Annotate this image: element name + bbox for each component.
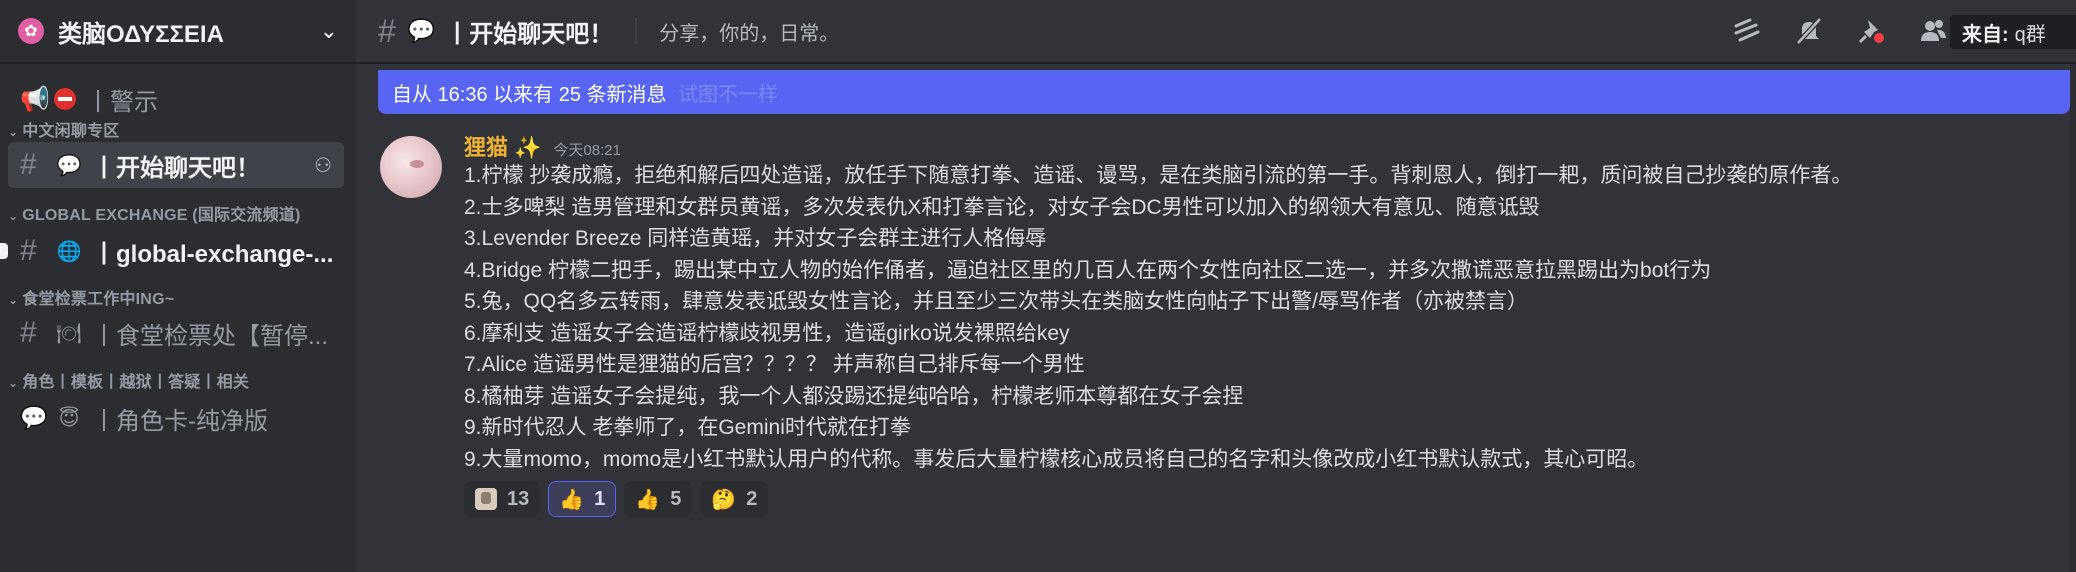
channel-start-chatting[interactable]: # 💬 丨开始聊天吧！ ⚇	[8, 142, 344, 188]
threads-icon[interactable]	[1730, 14, 1764, 48]
mute-bell-icon[interactable]	[1792, 14, 1826, 48]
sticker-emoji-icon	[475, 488, 497, 510]
category-label: 食堂检票工作中ING~	[22, 291, 175, 308]
message-line: 7.Alice 造谣男性是狸猫的后宫？？？？ 并声称自己排斥每一个男性	[464, 353, 1085, 376]
angel-face-icon: 😇	[58, 407, 80, 430]
pin-icon[interactable]	[1854, 14, 1888, 48]
thumbs-up-icon: 👍	[635, 488, 661, 511]
reaction-thumbs-up[interactable]: 👍 5	[624, 481, 693, 517]
chevron-down-icon: ⌄	[8, 125, 19, 139]
thumbs-up-icon: 👍	[559, 488, 585, 511]
header-toolbar	[1730, 14, 1950, 48]
channel-warning[interactable]: 📢 丨警示	[8, 76, 344, 122]
category-roles[interactable]: ⌄ 角色丨模板丨越狱丨答疑丨相关	[8, 368, 249, 392]
reaction-thumbs-up-selected[interactable]: 👍 1	[548, 481, 617, 517]
message-line: 4.Bridge 柠檬二把手，踢出某中立人物的始作俑者，逼迫社区里的几百人在两个…	[464, 258, 1712, 282]
plate-icon: 🍽	[56, 322, 82, 345]
category-label: GLOBAL EXCHANGE (国际交流频道)	[22, 207, 301, 224]
message-line: 1.柠檬 抄袭成瘾，拒绝和解后四处造谣，放任手下随意打拳、造谣、谩骂，是在类脑引…	[464, 164, 1853, 187]
speech-bubble-icon: 💬	[56, 154, 82, 177]
channel-label: 丨警示	[86, 88, 158, 116]
category-label: 角色丨模板丨越狱丨答疑丨相关	[22, 374, 250, 391]
channel-label: 丨食堂检票处【暂停...	[92, 322, 329, 350]
discord-app: ✿ 类脑ΟΔΥΣΣΕΙΑ ⌄ 📢 丨警示 ⌄ 中文闲聊专区 # 💬 丨开始聊天吧！…	[0, 0, 2076, 572]
channel-sidebar: ✿ 类脑ΟΔΥΣΣΕΙΑ ⌄ 📢 丨警示 ⌄ 中文闲聊专区 # 💬 丨开始聊天吧！…	[0, 0, 356, 572]
author-name[interactable]: 狸猫	[464, 130, 508, 162]
message-line: 3.Levender Breeze 同样造黄瑶，并对女子会群主进行人格侮辱	[464, 227, 1047, 250]
channel-label: 丨global-exchange-...	[92, 240, 334, 268]
server-name: 类脑ΟΔΥΣΣΕΙΑ	[58, 20, 224, 48]
channel-title: 丨开始聊天吧！	[445, 20, 614, 48]
message-line: 2.士多啤梨 造男管理和女群员黄谣，多次发表仇X和打拳言论，对女子会DC男性可以…	[464, 195, 1540, 219]
message-header: 狸猫 ✨ 今天08:21	[464, 130, 2076, 160]
chevron-down-icon: ⌄	[8, 376, 19, 390]
category-label: 中文闲聊专区	[22, 123, 120, 140]
message-line: 9.大量momo，momo是小红书默认用户的代称。事发后大量柠檬核心成员将自己的…	[464, 447, 1649, 471]
thinking-face-icon: 🤔	[711, 488, 737, 511]
reaction-thinking[interactable]: 🤔 2	[700, 481, 769, 517]
member-list-icon[interactable]	[1916, 14, 1950, 48]
header-divider	[635, 18, 638, 44]
reaction-count: 2	[746, 487, 758, 510]
category-canteen[interactable]: ⌄ 食堂检票工作中ING~	[8, 285, 174, 309]
message-line: 8.橘柚芽 造谣女子会提纯，我一个人都没踢还提纯哈哈，柠檬老师本尊都在女子会捏	[464, 384, 1244, 408]
reaction-count: 1	[594, 487, 606, 510]
reaction-count: 13	[507, 487, 530, 510]
forum-icon: 💬	[20, 405, 48, 430]
reaction-sticker[interactable]: 13	[464, 481, 541, 517]
message-timestamp[interactable]: 今天08:21	[553, 139, 621, 160]
chevron-down-icon[interactable]: ⌄	[320, 18, 338, 44]
thread-hash-icon: #	[378, 12, 396, 49]
channel-header: # 💬 丨开始聊天吧！ 分享，你的，日常。 来自: q群	[356, 0, 2076, 64]
brain-flower-icon: ✿	[18, 18, 44, 44]
reaction-count: 5	[670, 487, 682, 510]
unread-indicator	[0, 243, 8, 259]
channel-label: 丨角色卡-纯净版	[92, 407, 268, 435]
chevron-down-icon: ⌄	[8, 293, 19, 307]
channel-global-exchange[interactable]: # 🌐 丨global-exchange-...	[0, 228, 344, 274]
category-global-exchange[interactable]: ⌄ GLOBAL EXCHANGE (国际交流频道)	[8, 201, 301, 225]
chevron-down-icon: ⌄	[8, 209, 19, 223]
sparkle-icon: ✨	[514, 135, 542, 160]
hash-icon: #	[20, 234, 37, 267]
message-line: 9.新时代忍人 老拳师了，在Gemini时代就在打拳	[464, 416, 911, 439]
channel-topic[interactable]: 分享，你的，日常。	[659, 17, 839, 46]
megaphone-icon: 📢	[20, 85, 50, 113]
reaction-bar: 13 👍 1 👍 5 🤔 2	[464, 481, 2076, 517]
new-messages-ghost-text: 试图不一样	[678, 83, 778, 106]
message-body: 狸猫 ✨ 今天08:21 1.柠檬 抄袭成瘾，拒绝和解后四处造谣，放任手下随意打…	[464, 130, 2076, 517]
avatar[interactable]	[380, 136, 442, 198]
hash-icon: #	[20, 316, 37, 349]
new-messages-text: 自从 16:36 以来有 25 条新消息	[392, 83, 667, 106]
channel-label: 丨开始聊天吧！	[92, 154, 260, 182]
globe-icon: 🌐	[56, 240, 82, 263]
message-line: 6.摩利支 造谣女子会造谣柠檬歧视男性，造谣girko说发裸照给key	[464, 321, 1070, 345]
search-input[interactable]: 来自: q群	[1950, 15, 2076, 49]
channel-character-cards[interactable]: 💬 😇 丨角色卡-纯净版	[8, 395, 344, 441]
new-messages-bar[interactable]: 自从 16:36 以来有 25 条新消息 试图不一样	[378, 70, 2070, 114]
category-chinese-chat[interactable]: ⌄ 中文闲聊专区	[8, 117, 119, 141]
channel-canteen-ticket[interactable]: # 🍽 丨食堂检票处【暂停...	[8, 310, 344, 356]
thread-hash-icon: #	[20, 148, 37, 181]
chat-main: # 💬 丨开始聊天吧！ 分享，你的，日常。 来自: q群 自从 16:36 以来…	[356, 0, 2076, 572]
add-member-icon[interactable]: ⚇	[314, 153, 332, 178]
server-header[interactable]: ✿ 类脑ΟΔΥΣΣΕΙΑ ⌄	[0, 0, 356, 64]
message-line: 5.兔，QQ名多云转雨，肆意发表诋毁女性言论，并且至少三次带头在类脑女性向帖子下…	[464, 290, 1529, 313]
scrollbar-track[interactable]	[2070, 64, 2076, 572]
no-entry-icon	[54, 88, 76, 110]
speech-bubble-icon: 💬	[407, 18, 436, 43]
search-filter-label: 来自:	[1962, 23, 2009, 46]
search-filter-value: q群	[2014, 23, 2046, 46]
